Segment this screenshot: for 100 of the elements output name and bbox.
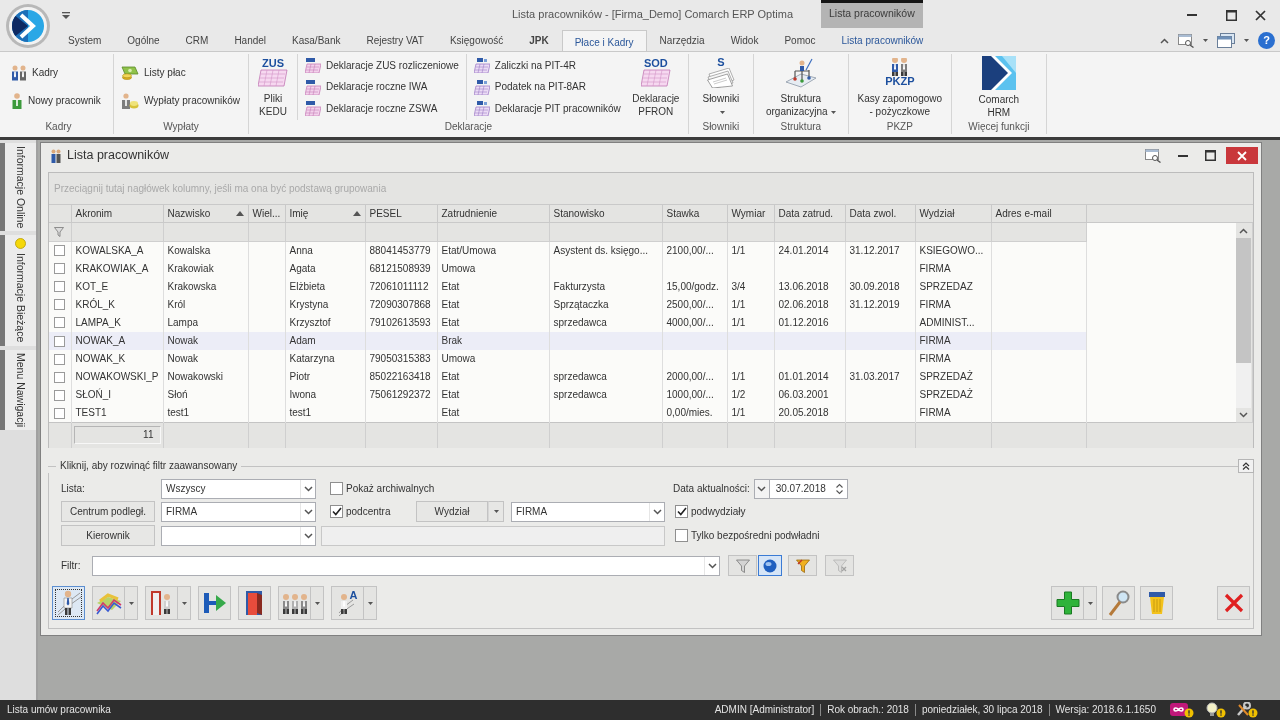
ribbon-button[interactable]: Nowy pracownik — [8, 91, 104, 112]
list-dropdown[interactable]: Wszyscy — [161, 478, 316, 499]
ribbon-button[interactable]: ZUS Pliki KEDU — [253, 54, 293, 118]
column-header[interactable]: Wiel... — [248, 204, 285, 223]
column-header[interactable]: Wymiar — [727, 204, 774, 223]
ribbon-tab[interactable]: JPK — [516, 30, 562, 51]
checkbox[interactable] — [330, 482, 343, 495]
table-row[interactable]: KOT_E Krakowska Elżbieta 72061011112 Etat Fakturzysta 15,00/godz. 3/4 13.06.2018 30.09.2018 SPRZEDAZ — [49, 277, 1253, 296]
sidebar-tab[interactable]: Informacje Online — [0, 143, 36, 232]
caret-icon[interactable] — [1244, 39, 1249, 42]
ribbon-button[interactable]: Listy płac — [118, 62, 244, 83]
ribbon-tab[interactable]: Księgowość — [436, 30, 517, 51]
date-dropdown-button[interactable] — [753, 478, 770, 499]
column-header[interactable]: Stanowisko — [549, 204, 662, 223]
row-checkbox[interactable] — [54, 299, 65, 311]
table-row[interactable]: KOWALSKA_A Kowalska Anna 88041453779 Etat/Umowa Asystent ds. księgo... 2100,00/... 1/1 24.01.2014 31.12.2017 KSIEGOWO... — [49, 241, 1253, 260]
ribbon-tab[interactable]: Ogólne — [114, 30, 173, 51]
maximize-icon[interactable] — [1226, 9, 1237, 21]
scroll-up-icon[interactable] — [1239, 228, 1249, 234]
caret-icon[interactable] — [314, 601, 320, 605]
ribbon-tab[interactable]: System — [55, 30, 115, 51]
filter-legend[interactable]: Kliknij, aby rozwinąć filtr zaawansowany — [56, 460, 242, 472]
column-header[interactable]: Wydział — [915, 204, 991, 223]
toolbar-button[interactable] — [1140, 586, 1173, 620]
row-checkbox[interactable] — [54, 317, 65, 329]
center-button[interactable]: Centrum podległ. — [61, 501, 155, 522]
toolbar-button[interactable] — [278, 586, 324, 620]
checkbox[interactable] — [330, 505, 343, 518]
ribbon-button[interactable]: SOD Deklaracje PFRON — [627, 54, 684, 118]
split-dropdown-button[interactable] — [488, 501, 504, 522]
ribbon-button[interactable]: Wypłaty pracowników — [118, 91, 244, 112]
ribbon-tab[interactable]: Pomoc — [771, 30, 829, 51]
minimize-icon[interactable] — [1178, 154, 1188, 157]
ribbon-button[interactable]: Zaliczki na PIT-4R — [470, 55, 624, 76]
row-checkbox[interactable] — [54, 353, 65, 365]
close-button[interactable] — [1217, 586, 1250, 620]
ribbon-tab[interactable]: Widok — [717, 30, 772, 51]
maximize-icon[interactable] — [1205, 150, 1216, 161]
sidebar-tab[interactable]: Menu Nawigacji — [0, 349, 36, 430]
column-header[interactable]: Nazwisko — [163, 204, 248, 223]
bulb-warning-icon[interactable] — [1204, 702, 1226, 718]
caret-icon[interactable] — [367, 601, 373, 605]
customize-menu-icon[interactable] — [62, 11, 70, 19]
help-icon[interactable]: ? — [1258, 32, 1275, 49]
column-header[interactable]: Imię — [285, 204, 365, 223]
filter-field[interactable] — [92, 555, 720, 576]
ribbon-button[interactable]: Comarch HRM — [973, 54, 1024, 118]
ribbon-button[interactable]: Deklaracje roczne IWA — [302, 77, 462, 97]
close-icon[interactable] — [1255, 9, 1266, 21]
column-header[interactable]: Zatrudnienie — [437, 204, 549, 223]
window-icon[interactable] — [1145, 148, 1161, 163]
caret-icon[interactable] — [128, 601, 134, 605]
ribbon-tab[interactable]: CRM — [172, 30, 222, 51]
close-button[interactable] — [1226, 147, 1258, 164]
toolbar-button[interactable] — [52, 586, 85, 620]
department-dropdown[interactable]: FIRMA — [511, 501, 665, 522]
toolbar-button[interactable] — [198, 586, 231, 620]
tools-warning-icon[interactable] — [1236, 702, 1258, 718]
table-row[interactable]: NOWAK_A Nowak Adam Brak FIRMA — [49, 332, 1253, 351]
column-header[interactable]: Data zwol. — [845, 204, 915, 223]
app-logo-icon[interactable] — [6, 4, 50, 48]
column-header[interactable]: Akronim — [71, 204, 163, 223]
column-header[interactable]: Data zatrud. — [774, 204, 845, 223]
filter-button[interactable] — [758, 555, 782, 576]
table-row[interactable]: NOWAKOWSKI_P Nowakowski Piotr 85022163418 Etat sprzedawca 2000,00/... 1/1 01.01.2014 31.03.2017 SPRZEDAŻ — [49, 368, 1253, 387]
text-field[interactable] — [321, 525, 665, 546]
toolbar-button[interactable] — [238, 586, 271, 620]
toolbar-button[interactable]: A — [331, 586, 377, 620]
ribbon-button[interactable]: Struktura organizacyjna — [760, 54, 841, 118]
window-icon[interactable] — [1178, 33, 1194, 48]
ribbon-button[interactable]: S Słowniki — [698, 54, 743, 118]
checkbox[interactable] — [675, 505, 688, 518]
date-field[interactable]: 30.07.2018 — [769, 478, 848, 499]
checkbox[interactable] — [675, 529, 688, 542]
windows-icon[interactable] — [1217, 33, 1235, 48]
table-row[interactable]: TEST1 test1 test1 Etat 0,00/mies. 1/1 20.05.2018 FIRMA — [49, 404, 1253, 423]
ribbon-tab[interactable]: Kasa/Bank — [279, 30, 354, 51]
ribbon-tab[interactable]: Lista pracowników — [828, 30, 937, 51]
table-row[interactable]: KRAKOWIAK_A Krakowiak Agata 68121508939 Umowa FIRMA — [49, 259, 1253, 278]
collapse-button[interactable] — [1238, 459, 1254, 473]
caret-icon[interactable] — [1203, 39, 1208, 42]
ribbon-button[interactable]: Deklaracje PIT pracowników — [470, 98, 624, 119]
table-row[interactable]: NOWAK_K Nowak Katarzyna 79050315383 Umowa FIRMA — [49, 350, 1253, 369]
ribbon-button[interactable]: Kadry — [8, 62, 104, 83]
column-header[interactable]: Adres e-mail — [991, 204, 1086, 223]
scroll-thumb[interactable] — [1236, 238, 1252, 363]
table-row[interactable]: LAMPA_K Lampa Krzysztof 79102613593 Etat sprzedawca 4000,00/... 1/1 01.12.2016 ADMINIST... — [49, 313, 1253, 332]
ribbon-tab[interactable]: Płace i Kadry — [561, 30, 647, 52]
table-row[interactable]: KRÓL_K Król Krystyna 72090307868 Etat Sprzątaczka 2500,00/... 1/1 02.06.2018 31.12.2019 FIRMA — [49, 295, 1253, 314]
row-checkbox[interactable] — [54, 371, 65, 383]
caret-icon[interactable] — [1087, 601, 1093, 605]
manager-button[interactable]: Kierownik — [61, 525, 155, 546]
row-checkbox[interactable] — [54, 245, 65, 257]
ribbon-tab[interactable]: Handel — [221, 30, 280, 51]
department-button[interactable]: Wydział — [416, 501, 488, 522]
funnel-icon[interactable] — [54, 227, 64, 238]
row-checkbox[interactable] — [54, 335, 65, 347]
ribbon-button[interactable]: Deklaracje roczne ZSWA — [302, 98, 462, 119]
row-checkbox[interactable] — [54, 407, 65, 419]
chevron-up-icon[interactable] — [1160, 37, 1169, 44]
